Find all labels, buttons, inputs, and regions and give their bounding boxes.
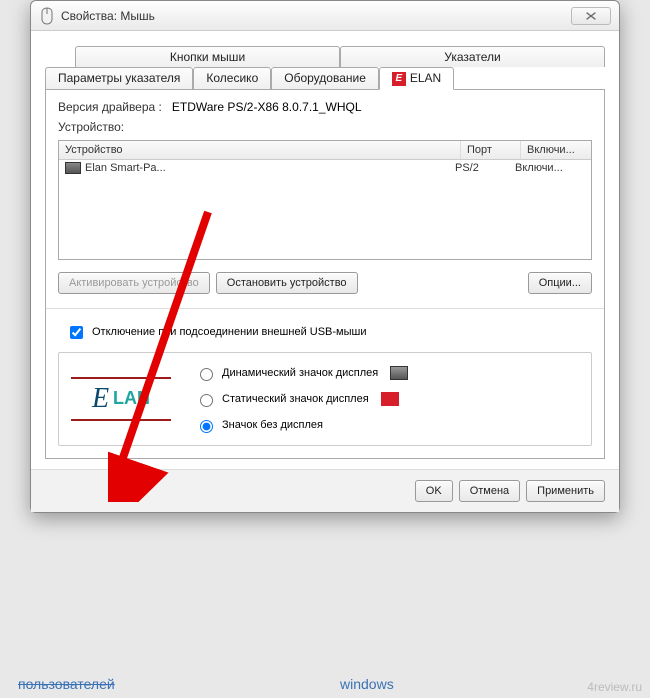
options-button[interactable]: Опции... — [528, 272, 592, 294]
static-icon-sample — [381, 392, 399, 406]
disable-on-usb-mouse-checkbox[interactable] — [70, 326, 83, 339]
apply-button[interactable]: Применить — [526, 480, 605, 502]
separator — [46, 308, 604, 309]
driver-version-value: ETDWare PS/2-X86 8.0.7.1_WHQL — [172, 100, 362, 114]
tabs-lower: Параметры указателя Колесико Оборудовани… — [45, 66, 605, 89]
ok-button[interactable]: OK — [415, 480, 453, 502]
icon-mode-group: ELAN Динамический значок дисплея Статиче… — [58, 352, 592, 446]
radio-none-row[interactable]: Значок без дисплея — [195, 417, 408, 433]
dialog-buttons: OK Отмена Применить — [31, 469, 619, 512]
device-label: Устройство: — [58, 120, 124, 134]
radio-static-row[interactable]: Статический значок дисплея — [195, 391, 408, 407]
disable-on-usb-mouse-label: Отключение при подсоединении внешней USB… — [92, 326, 367, 338]
radio-none[interactable] — [200, 420, 213, 433]
col-header-device[interactable]: Устройство — [59, 141, 461, 159]
device-row[interactable]: Elan Smart-Pa... PS/2 Включи... — [59, 160, 591, 176]
radio-none-label: Значок без дисплея — [222, 419, 323, 431]
window-title: Свойства: Мышь — [61, 9, 155, 23]
driver-version-label: Версия драйвера : — [58, 100, 162, 114]
tab-pointer-options[interactable]: Параметры указателя — [45, 67, 193, 90]
radio-static[interactable] — [200, 394, 213, 407]
elan-badge-icon: E — [392, 72, 406, 86]
bg-text-right: windows — [340, 676, 394, 692]
radio-dynamic-row[interactable]: Динамический значок дисплея — [195, 365, 408, 381]
col-header-port[interactable]: Порт — [461, 141, 521, 159]
tab-elan-label: ELAN — [410, 71, 441, 85]
tab-wheel[interactable]: Колесико — [193, 67, 271, 90]
mouse-icon — [39, 7, 55, 25]
dynamic-icon-sample — [390, 366, 408, 380]
device-name: Elan Smart-Pa... — [85, 162, 166, 174]
elan-logo: ELAN — [71, 377, 171, 421]
tab-hardware[interactable]: Оборудование — [271, 67, 379, 90]
elan-logo-script: E — [92, 383, 109, 415]
device-listbox[interactable]: Устройство Порт Включи... Elan Smart-Pa.… — [58, 140, 592, 260]
bg-text-left: пользователей — [18, 676, 115, 692]
watermark: 4review.ru — [587, 680, 642, 694]
radio-static-label: Статический значок дисплея — [222, 393, 369, 405]
radio-dynamic-label: Динамический значок дисплея — [222, 367, 378, 379]
content-area: Кнопки мыши Указатели Параметры указател… — [31, 31, 619, 469]
touchpad-icon — [65, 162, 81, 174]
stop-device-button[interactable]: Остановить устройство — [216, 272, 358, 294]
activate-device-button[interactable]: Активировать устройство — [58, 272, 210, 294]
device-list-header: Устройство Порт Включи... — [59, 141, 591, 160]
tabs-upper: Кнопки мыши Указатели — [75, 45, 605, 66]
properties-window: Свойства: Мышь Кнопки мыши Указатели Пар… — [30, 0, 620, 513]
radio-dynamic[interactable] — [200, 368, 213, 381]
tab-pointers[interactable]: Указатели — [340, 46, 605, 67]
tab-elan[interactable]: E ELAN — [379, 67, 454, 90]
col-header-enabled[interactable]: Включи... — [521, 141, 591, 159]
device-enabled: Включи... — [515, 162, 585, 174]
titlebar: Свойства: Мышь — [31, 1, 619, 31]
tab-mouse-buttons[interactable]: Кнопки мыши — [75, 46, 340, 67]
cancel-button[interactable]: Отмена — [459, 480, 520, 502]
close-button[interactable] — [571, 7, 611, 25]
device-port: PS/2 — [455, 162, 515, 174]
elan-logo-text: LAN — [113, 388, 150, 409]
elan-panel-content: Версия драйвера : ETDWare PS/2-X86 8.0.7… — [45, 89, 605, 459]
